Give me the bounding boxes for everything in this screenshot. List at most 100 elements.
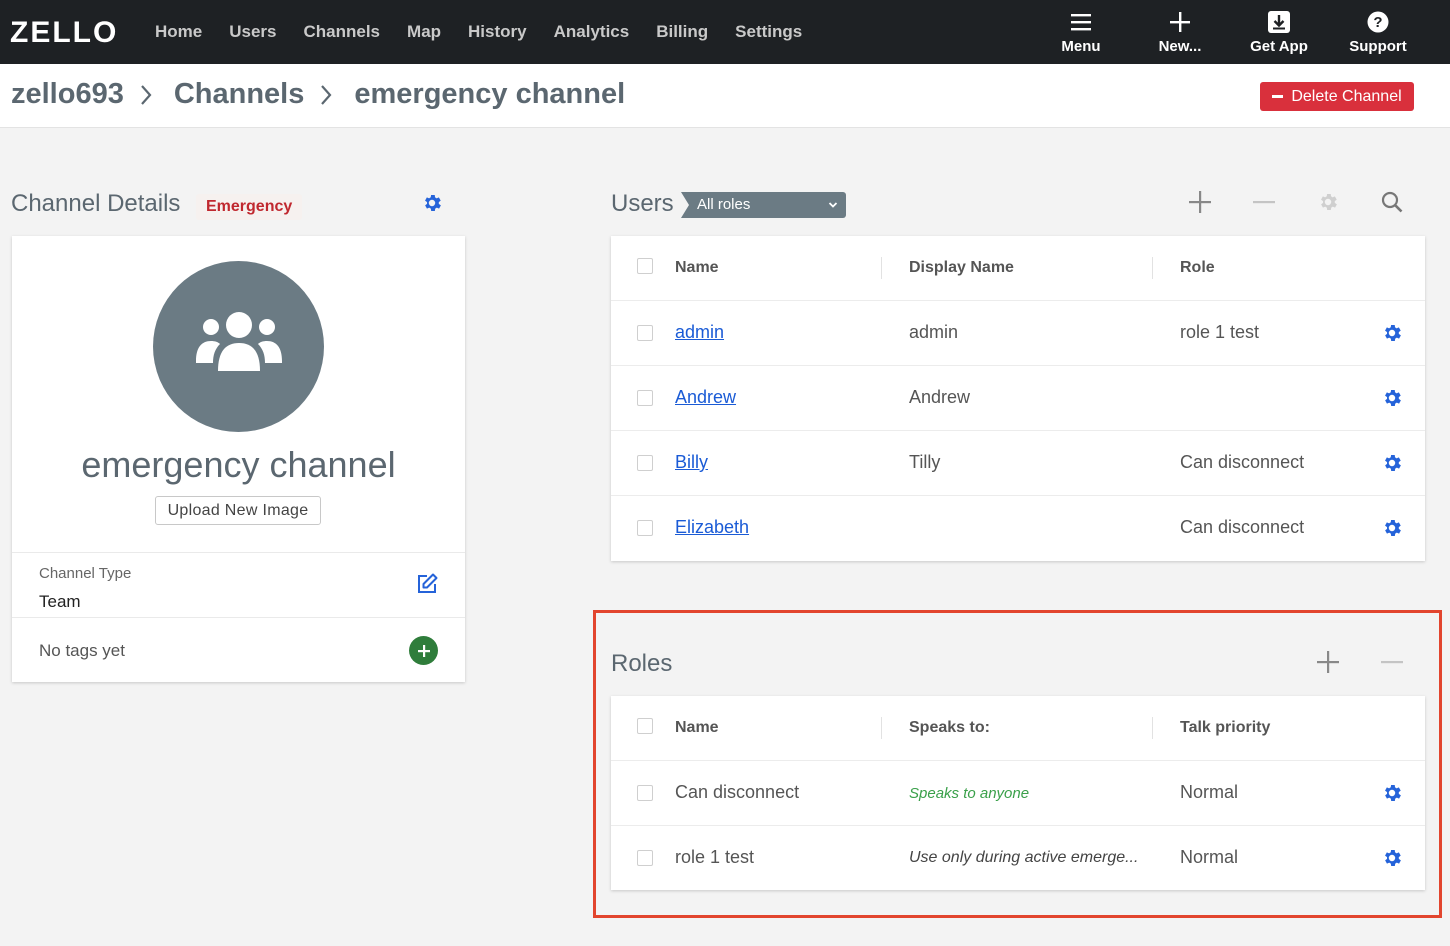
add-tag-button[interactable]	[409, 636, 438, 665]
nav-map[interactable]: Map	[407, 22, 441, 42]
get-app-label: Get App	[1250, 38, 1308, 55]
col-header-display-name[interactable]: Display Name	[909, 259, 1014, 277]
nav-links: Home Users Channels Map History Analytic…	[155, 0, 802, 64]
plus-icon	[417, 644, 430, 657]
row-checkbox[interactable]	[637, 390, 653, 406]
nav-users[interactable]: Users	[229, 22, 276, 42]
user-display-name: Andrew	[909, 387, 971, 407]
row-checkbox[interactable]	[637, 785, 653, 801]
nav-analytics[interactable]: Analytics	[554, 22, 630, 42]
user-name-link[interactable]: Andrew	[675, 387, 736, 408]
users-table: Name Display Name Role admin admin role …	[611, 236, 1425, 561]
edit-icon[interactable]	[415, 572, 439, 601]
select-all-checkbox[interactable]	[637, 258, 653, 274]
roles-title: Roles	[611, 650, 673, 677]
channel-type-label: Channel Type	[39, 565, 132, 582]
channel-details-card: emergency channel Upload New Image Chann…	[12, 236, 465, 682]
role-name: role 1 test	[675, 847, 755, 867]
upload-image-button[interactable]: Upload New Image	[155, 496, 321, 525]
nav-home[interactable]: Home	[155, 22, 202, 42]
minus-icon	[1253, 201, 1275, 204]
chevron-down-icon	[828, 192, 838, 218]
column-divider	[1152, 257, 1153, 279]
col-header-speaks-to[interactable]: Speaks to:	[909, 719, 990, 737]
user-name-link[interactable]: admin	[675, 322, 724, 343]
search-icon[interactable]	[1377, 187, 1407, 217]
column-divider	[881, 717, 882, 739]
col-header-name[interactable]: Name	[675, 719, 719, 737]
nav-settings[interactable]: Settings	[735, 22, 802, 42]
role-speaks-to: Use only during active emerge...	[909, 849, 1139, 866]
divider	[12, 552, 465, 553]
divider	[12, 617, 465, 618]
plus-icon	[1317, 651, 1339, 673]
row-checkbox[interactable]	[637, 455, 653, 471]
channel-settings-gear-icon[interactable]	[421, 192, 443, 214]
row-gear-icon[interactable]	[1381, 847, 1403, 874]
zello-logo[interactable]: ZELLO	[10, 18, 118, 48]
row-gear-icon[interactable]	[1381, 452, 1403, 479]
menu-button[interactable]: Menu	[1031, 8, 1131, 55]
emergency-badge: Emergency	[196, 194, 303, 220]
support-button[interactable]: ? Support	[1328, 8, 1428, 55]
user-role: role 1 test	[1180, 322, 1260, 342]
breadcrumb-current: emergency channel	[354, 78, 626, 110]
menu-label: Menu	[1061, 38, 1101, 55]
nav-history[interactable]: History	[468, 22, 527, 42]
group-icon	[194, 311, 284, 382]
role-talk-priority: Normal	[1180, 782, 1239, 802]
delete-channel-button[interactable]: Delete Channel	[1260, 82, 1414, 111]
table-row: Billy Tilly Can disconnect	[611, 431, 1425, 496]
plus-icon	[1130, 8, 1230, 36]
user-display-name: Tilly	[909, 452, 941, 472]
row-gear-icon[interactable]	[1381, 517, 1403, 544]
user-name-link[interactable]: Elizabeth	[675, 517, 749, 538]
table-row: admin admin role 1 test	[611, 301, 1425, 366]
remove-user-button[interactable]	[1249, 187, 1279, 217]
nav-channels[interactable]: Channels	[304, 22, 381, 42]
user-display-name: admin	[909, 322, 959, 342]
col-header-talk-priority[interactable]: Talk priority	[1180, 719, 1270, 737]
breadcrumb-account[interactable]: zello693	[11, 78, 124, 111]
users-settings-gear-icon[interactable]	[1313, 187, 1343, 217]
channel-name: emergency channel	[81, 444, 396, 485]
role-name: Can disconnect	[675, 782, 800, 802]
role-speaks-to: Speaks to anyone	[909, 785, 1030, 802]
user-name-link[interactable]: Billy	[675, 452, 708, 473]
role-filter-value: All roles	[697, 196, 751, 213]
row-gear-icon[interactable]	[1381, 322, 1403, 349]
minus-icon	[1381, 661, 1403, 664]
support-label: Support	[1349, 38, 1407, 55]
role-talk-priority: Normal	[1180, 847, 1239, 867]
plus-icon	[1189, 191, 1211, 213]
table-row: Andrew Andrew	[611, 366, 1425, 431]
col-header-role[interactable]: Role	[1180, 259, 1215, 277]
select-all-checkbox[interactable]	[637, 718, 653, 734]
row-checkbox[interactable]	[637, 325, 653, 341]
page-header: zello693 Channels emergency channel	[0, 64, 1450, 128]
get-app-button[interactable]: Get App	[1229, 8, 1329, 55]
help-icon: ?	[1328, 8, 1428, 36]
channel-details-title: Channel Details	[11, 190, 181, 217]
download-icon	[1229, 8, 1329, 36]
col-header-name[interactable]: Name	[675, 259, 719, 277]
add-role-button[interactable]	[1313, 647, 1343, 677]
hamburger-icon	[1031, 8, 1131, 36]
nav-billing[interactable]: Billing	[656, 22, 708, 42]
breadcrumb: zello693 Channels emergency channel	[11, 78, 625, 111]
row-checkbox[interactable]	[637, 850, 653, 866]
role-filter-dropdown[interactable]: All roles	[681, 192, 846, 218]
row-checkbox[interactable]	[637, 520, 653, 536]
breadcrumb-channels[interactable]: Channels	[174, 78, 305, 111]
chevron-right-icon	[140, 84, 152, 106]
row-gear-icon[interactable]	[1381, 782, 1403, 809]
user-role: Can disconnect	[1180, 517, 1305, 537]
svg-text:?: ?	[1373, 14, 1382, 31]
roles-table: Name Speaks to: Talk priority Can discon…	[611, 696, 1425, 890]
users-table-header: Name Display Name Role	[611, 236, 1425, 301]
new-button[interactable]: New...	[1130, 8, 1230, 55]
row-gear-icon[interactable]	[1381, 387, 1403, 414]
add-user-button[interactable]	[1185, 187, 1215, 217]
table-row: Can disconnect Speaks to anyone Normal	[611, 761, 1425, 826]
remove-role-button[interactable]	[1377, 647, 1407, 677]
